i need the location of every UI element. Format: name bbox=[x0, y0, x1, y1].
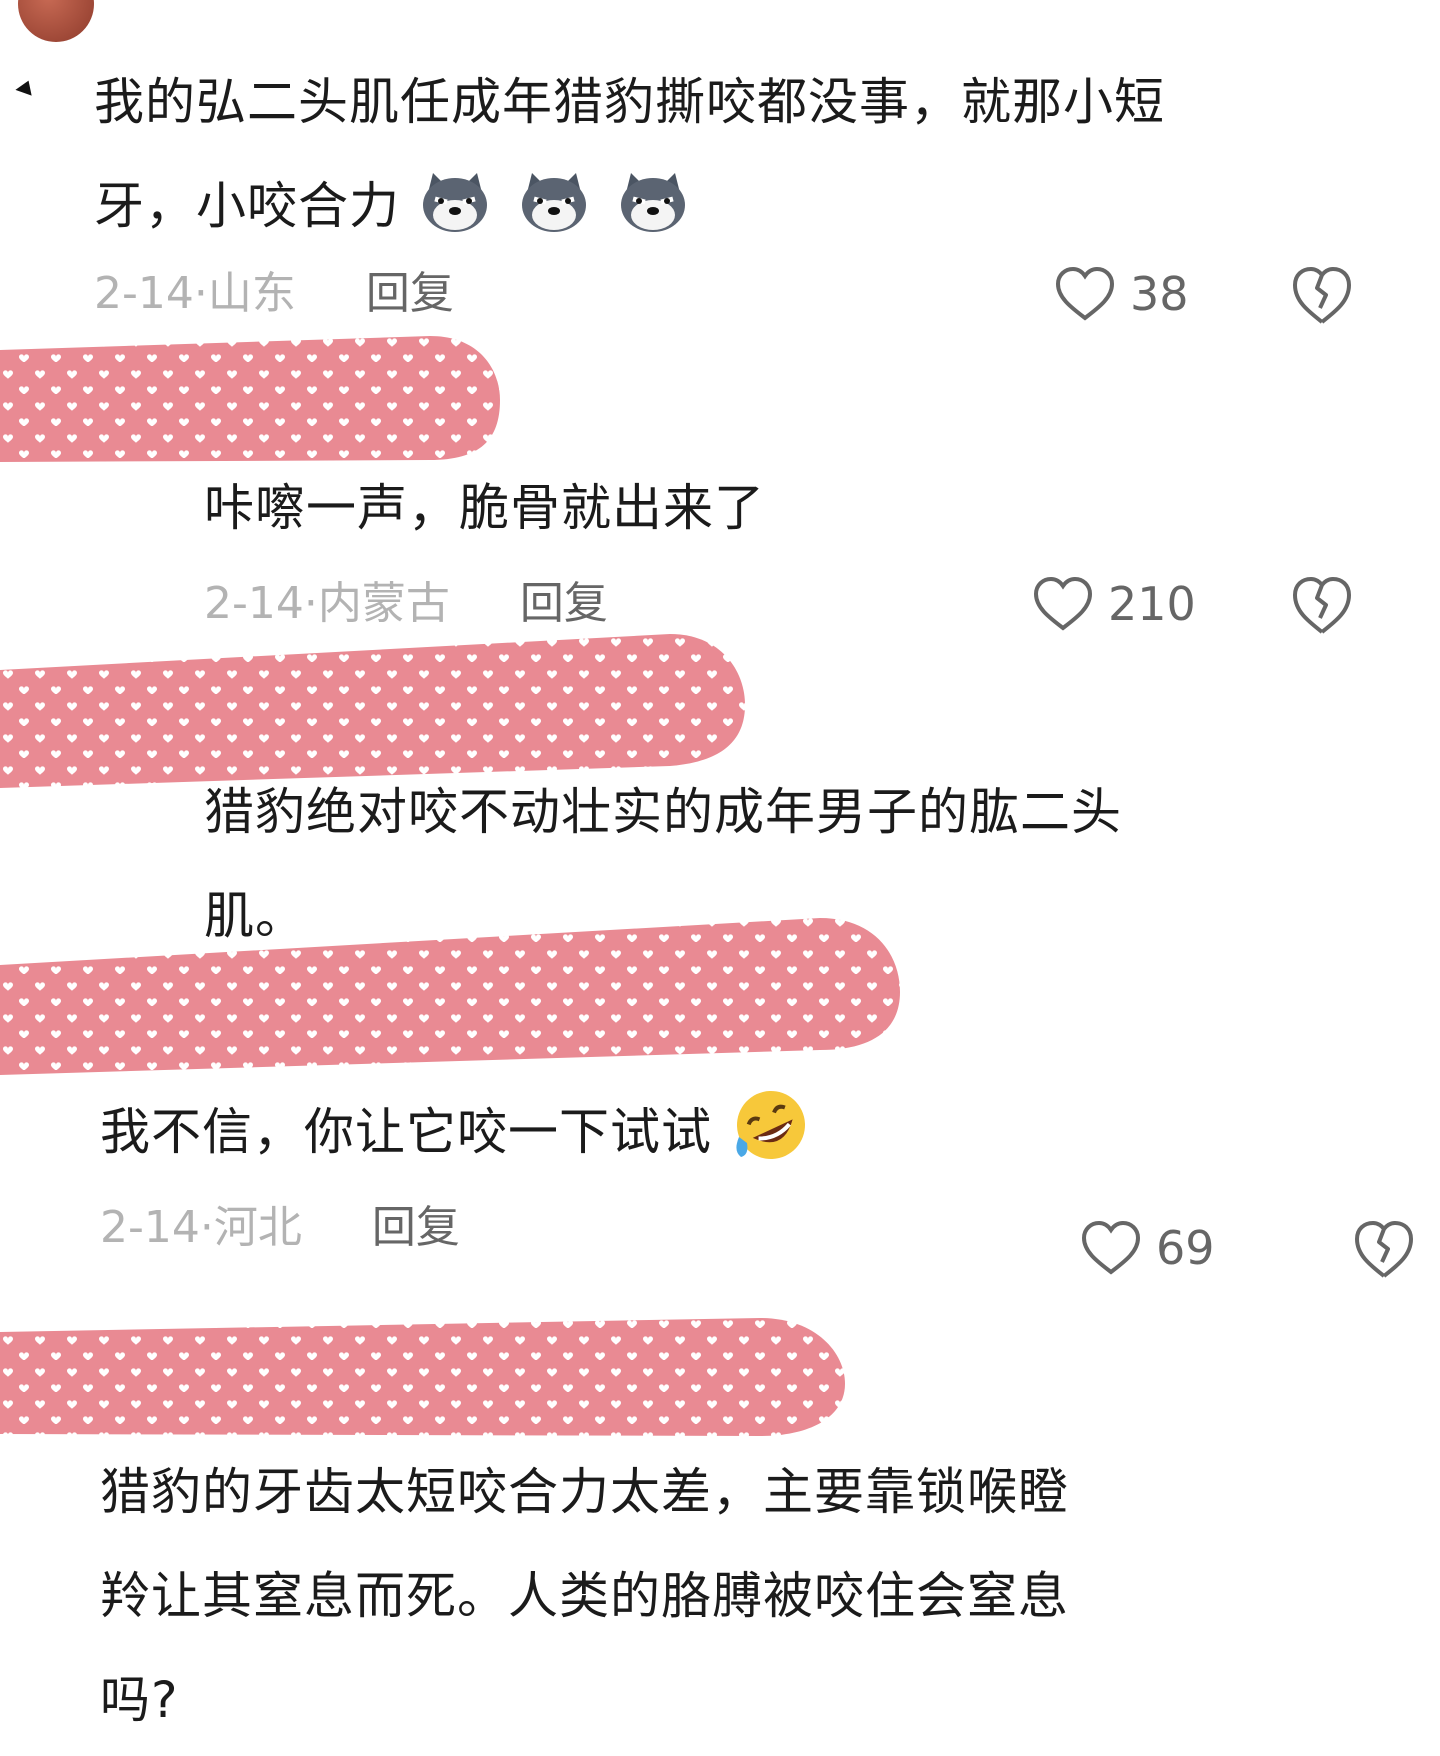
comment-text: 我的弘二头肌任成年猎豹撕咬都没事，就那小短 牙，小咬合力 bbox=[94, 50, 1354, 258]
like-count: 69 bbox=[1156, 1221, 1215, 1275]
like-button[interactable]: 69 bbox=[1080, 1218, 1215, 1278]
heart-icon bbox=[1081, 1220, 1141, 1275]
comment-text: 咔嚓一声，脆骨就出来了 bbox=[204, 456, 1304, 560]
like-button[interactable]: 210 bbox=[1032, 574, 1196, 634]
corner-mark bbox=[15, 80, 37, 102]
comment-date: 2-14· bbox=[204, 578, 318, 629]
comment-line: 我的弘二头肌任成年猎豹撕咬都没事，就那小短 bbox=[94, 73, 1165, 131]
comment-line-text: 牙，小咬合力 bbox=[94, 177, 400, 235]
comment-line-text: 我不信，你让它咬一下试试 bbox=[100, 1103, 712, 1161]
comment-date: 2-14· bbox=[94, 268, 208, 319]
comment-meta: 2-14·内蒙古 回复 bbox=[204, 574, 608, 634]
like-count: 38 bbox=[1130, 267, 1189, 321]
comment-location: 河北 bbox=[213, 1202, 302, 1253]
heart-icon bbox=[1055, 266, 1115, 321]
dog-face-emoji bbox=[422, 173, 487, 232]
reply-button[interactable]: 回复 bbox=[520, 578, 608, 629]
redaction-username bbox=[0, 1318, 845, 1436]
comment-text: 我不信，你让它咬一下试试 bbox=[100, 1080, 1360, 1184]
avatar[interactable] bbox=[18, 0, 94, 42]
comment-line: 我不信，你让它咬一下试试 bbox=[100, 1080, 1360, 1184]
comment-date: 2-14· bbox=[100, 1202, 214, 1253]
comment-line: 牙，小咬合力 bbox=[94, 154, 1354, 258]
comment-line: 猎豹的牙齿太短咬合力太差，主要靠锁喉瞪 bbox=[100, 1463, 1069, 1521]
comment-line: 吗? bbox=[100, 1671, 179, 1729]
like-button[interactable]: 38 bbox=[1054, 264, 1189, 324]
broken-heart-icon[interactable] bbox=[1352, 1218, 1416, 1282]
comment-line: 羚让其窒息而死。人类的胳膊被咬住会窒息 bbox=[100, 1567, 1069, 1625]
broken-heart-icon[interactable] bbox=[1290, 264, 1354, 328]
broken-heart-icon[interactable] bbox=[1290, 574, 1354, 638]
like-count: 210 bbox=[1108, 577, 1196, 631]
comment-line: 咔嚓一声，脆骨就出来了 bbox=[204, 479, 765, 537]
comment-location: 山东 bbox=[207, 268, 296, 319]
dog-face-emoji bbox=[521, 173, 586, 232]
comment-text: 猎豹的牙齿太短咬合力太差，主要靠锁喉瞪 羚让其窒息而死。人类的胳膊被咬住会窒息 … bbox=[100, 1440, 1400, 1752]
comment-line: 猎豹绝对咬不动壮实的成年男子的肱二头 bbox=[204, 783, 1122, 841]
reply-button[interactable]: 回复 bbox=[366, 268, 454, 319]
reply-button[interactable]: 回复 bbox=[372, 1202, 460, 1253]
comment-location: 内蒙古 bbox=[317, 578, 450, 629]
comment-meta: 2-14·山东 回复 bbox=[94, 264, 454, 324]
rolling-laughing-emoji bbox=[736, 1091, 805, 1159]
comment-meta: 2-14·河北 回复 bbox=[100, 1198, 460, 1258]
redaction-username bbox=[0, 918, 900, 1075]
heart-icon bbox=[1033, 576, 1093, 631]
dog-face-emoji bbox=[620, 173, 685, 232]
